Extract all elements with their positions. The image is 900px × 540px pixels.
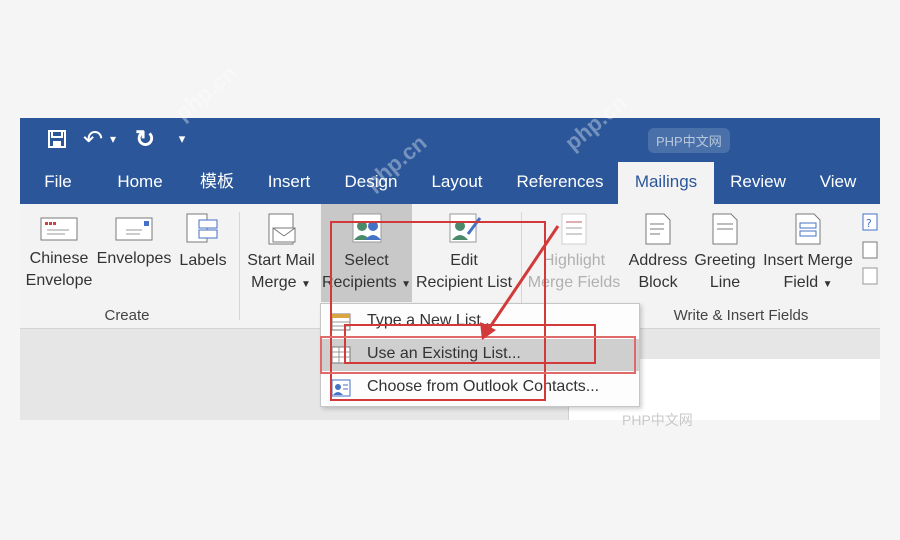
annotation-arrow [480, 225, 560, 340]
watermark-text: php.cn [170, 59, 242, 126]
word-window: ↶ ▾ ↻ ▾ PHP中文网 File Home 模板 Insert Desig… [20, 118, 880, 420]
watermark-text: PHP中文网 [622, 412, 693, 428]
